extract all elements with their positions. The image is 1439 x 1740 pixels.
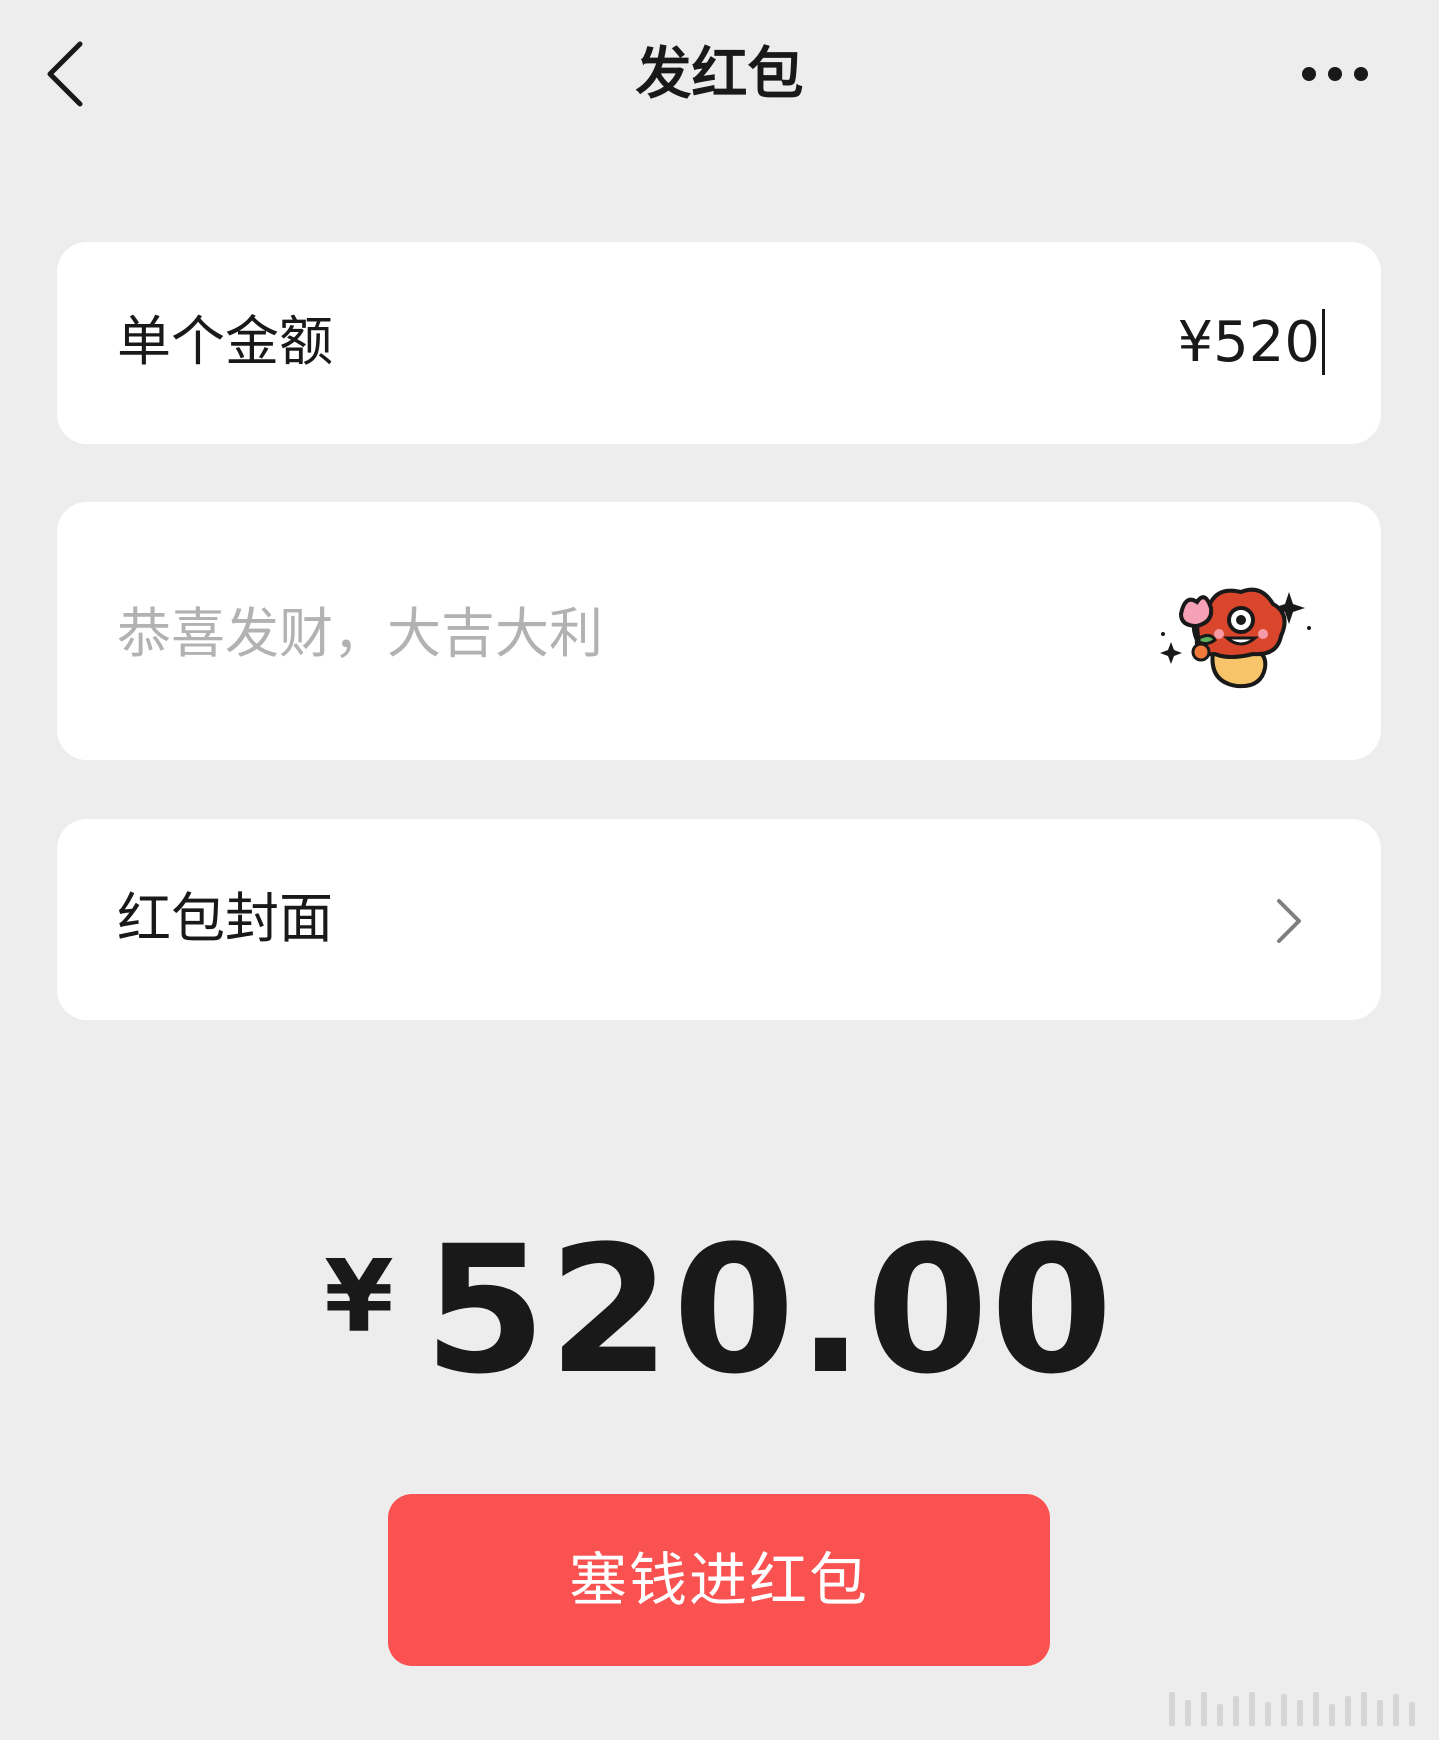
watermark-graphic [1169, 1692, 1415, 1726]
chevron-right-icon [1277, 899, 1301, 943]
greeting-input[interactable]: 恭喜发财，大吉大利 [117, 598, 603, 670]
more-button[interactable] [1295, 52, 1375, 92]
mushroom-flower-sticker-icon [1160, 587, 1311, 689]
ellipsis-icon [1302, 67, 1368, 81]
submit-button[interactable]: 塞钱进红包 [388, 1494, 1050, 1666]
greeting-card: 恭喜发财，大吉大利 [57, 502, 1381, 760]
top-bar: 发红包 [0, 0, 1439, 150]
amount-label: 单个金额 [117, 310, 333, 373]
amount-card: 单个金额 ¥520 [57, 242, 1381, 444]
amount-value: ¥520 [1177, 309, 1320, 375]
amount-input[interactable]: ¥520 [1177, 306, 1325, 378]
cover-label: 红包封面 [117, 887, 333, 950]
total-amount: ¥520.00 [0, 1208, 1439, 1413]
currency-symbol: ¥ [324, 1238, 394, 1355]
text-caret [1322, 309, 1325, 375]
page-title: 发红包 [635, 42, 804, 107]
cover-row[interactable]: 红包封面 [57, 819, 1381, 1020]
sticker-button[interactable] [1157, 574, 1317, 694]
total-value: 520.00 [423, 1208, 1115, 1413]
